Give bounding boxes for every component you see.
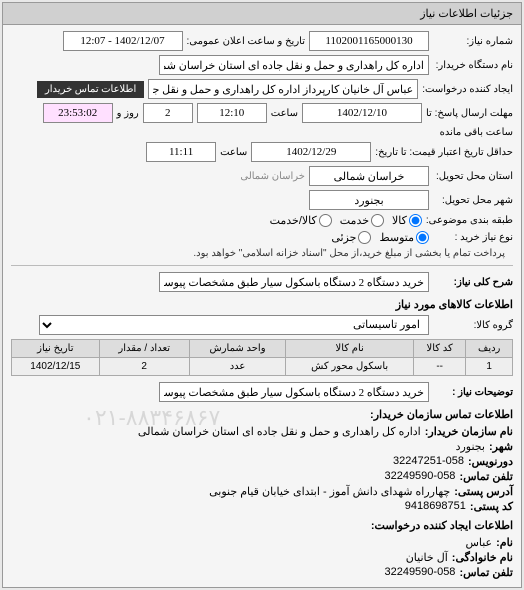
contact-buyer-button[interactable]: اطلاعات تماس خریدار <box>37 81 144 98</box>
name-value: عباس <box>465 536 492 549</box>
phone-value: 32249590-058 <box>384 566 455 579</box>
contact-city-value: بجنورد <box>456 440 485 453</box>
subject-field[interactable] <box>159 272 429 292</box>
panel-body: شماره نیاز: تاریخ و ساعت اعلان عمومی: نا… <box>3 25 521 587</box>
table-row[interactable]: 1 -- باسکول محور کش عدد 2 1402/12/15 <box>12 358 513 376</box>
creator-label: ایجاد کننده درخواست: <box>422 84 513 95</box>
radio-service-input[interactable] <box>371 214 384 227</box>
post-label: کد پستی: <box>470 500 513 513</box>
buyer-field[interactable] <box>159 55 429 75</box>
time-label-2: ساعت <box>220 147 247 158</box>
main-panel: جزئیات اطلاعات نیاز شماره نیاز: تاریخ و … <box>2 2 522 588</box>
city-label: شهر محل تحویل: <box>433 195 513 206</box>
panel-title: جزئیات اطلاعات نیاز <box>3 3 521 25</box>
table-header-row: ردیف کد کالا نام کالا واحد شمارش تعداد /… <box>12 340 513 358</box>
col-date: تاریخ نیاز <box>12 340 100 358</box>
tel-value: 32247251-058 <box>393 455 464 468</box>
province-hint: خراسان شمالی <box>240 171 305 182</box>
resp-deadline-label: مهلت ارسال پاسخ: تا <box>426 108 513 119</box>
req-no-label: شماره نیاز: <box>433 36 513 47</box>
goods-group-label: گروه کالا: <box>433 320 513 331</box>
name-label: نام: <box>496 536 513 549</box>
goods-group-select[interactable]: امور تاسیساتی <box>39 315 429 335</box>
cell-qty: 2 <box>99 358 189 376</box>
contact-title-2: اطلاعات ایجاد کننده درخواست: <box>11 519 513 532</box>
col-code: کد کالا <box>413 340 465 358</box>
fax-value: 32249590-058 <box>384 470 455 483</box>
radio-both[interactable]: کالا/خدمت <box>270 214 332 227</box>
addr-value: چهارراه شهدای دانش آموز - ابتدای خیابان … <box>209 485 450 498</box>
contact-city-label: شهر: <box>489 440 513 453</box>
cell-date: 1402/12/15 <box>12 358 100 376</box>
contact-title-1: اطلاعات تماس سازمان خریدار: <box>11 408 513 421</box>
need-type-radios: متوسط جزئی <box>331 231 429 244</box>
col-qty: تعداد / مقدار <box>99 340 189 358</box>
req-no-field[interactable] <box>309 31 429 51</box>
phone-label: تلفن تماس: <box>459 566 513 579</box>
province-field[interactable] <box>309 166 429 186</box>
city-field[interactable] <box>309 190 429 210</box>
remain-field <box>43 103 113 123</box>
tel-label: دورنویس: <box>468 455 513 468</box>
valid-label: حداقل تاریخ اعتبار قیمت: تا تاریخ: <box>375 147 513 158</box>
radio-both-input[interactable] <box>319 214 332 227</box>
cell-name: باسکول محور کش <box>286 358 414 376</box>
goods-section-title: اطلاعات کالاهای مورد نیاز <box>11 298 513 311</box>
radio-partial-input[interactable] <box>358 231 371 244</box>
post-value: 9418698751 <box>405 500 466 513</box>
fax-label: تلفن تماس: <box>459 470 513 483</box>
radio-consolidated[interactable]: متوسط <box>379 231 429 244</box>
org-label: نام سازمان خریدار: <box>425 425 513 438</box>
resp-date-field[interactable] <box>302 103 422 123</box>
col-row: ردیف <box>466 340 513 358</box>
cell-row: 1 <box>466 358 513 376</box>
radio-service[interactable]: خدمت <box>340 214 384 227</box>
addr-label: آدرس پستی: <box>454 485 513 498</box>
desc-field[interactable] <box>159 382 429 402</box>
ann-dt-field[interactable] <box>63 31 183 51</box>
cell-code: -- <box>413 358 465 376</box>
resp-time-field[interactable] <box>197 103 267 123</box>
col-unit: واحد شمارش <box>189 340 286 358</box>
time-label-1: ساعت <box>271 108 298 119</box>
remain-label: ساعت باقی مانده <box>440 127 513 138</box>
col-name: نام کالا <box>286 340 414 358</box>
goods-table: ردیف کد کالا نام کالا واحد شمارش تعداد /… <box>11 339 513 376</box>
family-label: نام خانوادگی: <box>452 551 513 564</box>
radio-partial[interactable]: جزئی <box>331 231 371 244</box>
subject-label: شرح کلی نیاز: <box>433 277 513 288</box>
radio-consolidated-input[interactable] <box>416 231 429 244</box>
valid-time-field[interactable] <box>146 142 216 162</box>
need-type-label: نوع نیاز خرید : <box>433 232 513 243</box>
org-value: اداره کل راهداری و حمل و نقل جاده ای است… <box>138 425 421 438</box>
need-note: پرداخت تمام یا بخشی از مبلغ خرید،از محل … <box>193 248 505 259</box>
group-type-radios: کالا خدمت کالا/خدمت <box>270 214 422 227</box>
ann-dt-label: تاریخ و ساعت اعلان عمومی: <box>187 36 306 47</box>
family-value: آل خانیان <box>406 551 448 564</box>
province-label: استان محل تحویل: <box>433 171 513 182</box>
group-type-label: طبقه بندی موضوعی: <box>426 215 513 226</box>
creator-field[interactable] <box>148 79 418 99</box>
radio-goods-input[interactable] <box>409 214 422 227</box>
desc-label: توضیحات نیاز : <box>433 387 513 398</box>
day-label: روز و <box>117 108 139 119</box>
cell-unit: عدد <box>189 358 286 376</box>
valid-date-field[interactable] <box>251 142 371 162</box>
radio-goods[interactable]: کالا <box>392 214 422 227</box>
buyer-label: نام دستگاه خریدار: <box>433 60 513 71</box>
days-field[interactable] <box>143 103 193 123</box>
